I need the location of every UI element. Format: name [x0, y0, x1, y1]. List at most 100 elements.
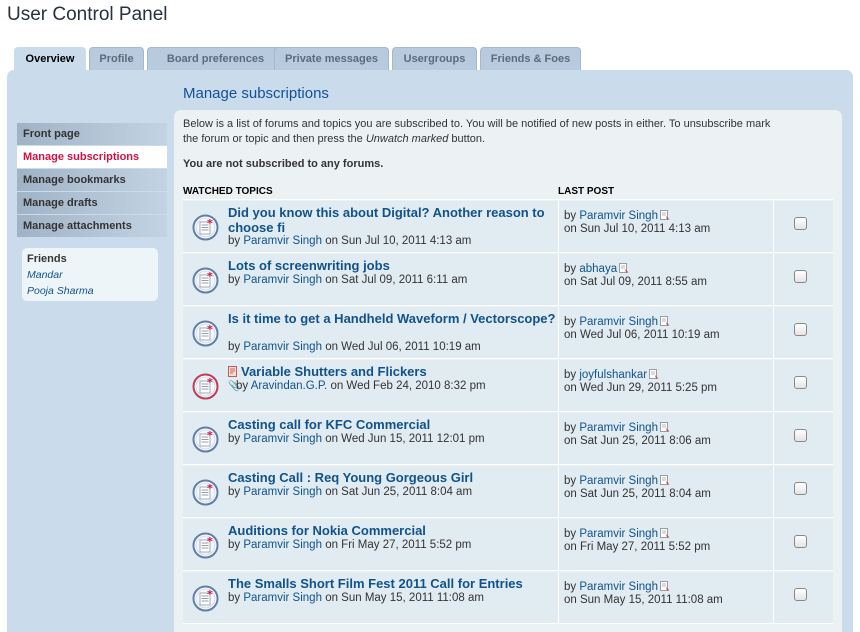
sidebar-item-manage-subscriptions[interactable]: Manage subscriptions [17, 146, 167, 168]
column-divider [558, 466, 559, 518]
topic-title-link[interactable]: Auditions for Nokia Commercial [228, 523, 558, 538]
view-latest-post-icon[interactable] [660, 316, 670, 326]
tab-overview[interactable]: Overview [14, 47, 86, 72]
unwatch-checkbox[interactable] [794, 535, 807, 548]
last-post-author-link[interactable]: Paramvir Singh [579, 210, 658, 222]
column-divider [558, 201, 559, 253]
unwatch-checkbox[interactable] [794, 429, 807, 442]
topic-title-link[interactable]: Casting Call : Req Young Gorgeous Girl [228, 470, 558, 485]
last-post-info: by joyfulshankar on Wed Jun 29, 2011 5:2… [564, 369, 718, 394]
svg-text:*: * [207, 323, 213, 336]
view-latest-post-icon[interactable] [660, 210, 670, 220]
unwatch-checkbox[interactable] [794, 376, 807, 389]
unwatch-checkbox[interactable] [794, 588, 807, 601]
unwatch-checkbox[interactable] [794, 270, 807, 283]
table-row: * Auditions for Nokia Commercial by Para… [183, 519, 833, 571]
no-forums-message: You are not subscribed to any forums. [183, 158, 384, 170]
table-row: * The Smalls Short Film Fest 2011 Call f… [183, 572, 833, 624]
last-post-info: by Paramvir Singh on Fri May 27, 2011 5:… [564, 528, 711, 553]
tab-friends-foes[interactable]: Friends & Foes [480, 47, 581, 71]
friend-link[interactable]: Mandar [27, 267, 153, 283]
unwatch-marked-emphasis: Unwatch marked [365, 133, 449, 145]
unwatch-checkbox[interactable] [794, 323, 807, 336]
table-row: * Lots of screenwriting jobs by Paramvir… [183, 254, 833, 306]
column-divider [558, 254, 559, 306]
svg-text:*: * [207, 588, 213, 601]
topic-author-link[interactable]: Paramvir Singh [243, 274, 322, 286]
column-divider [558, 413, 559, 465]
topic-read-icon: * [192, 320, 219, 347]
last-post-info: by abhaya on Sat Jul 09, 2011 8:55 am [564, 263, 707, 288]
sidebar-item-manage-attachments[interactable]: Manage attachments [17, 215, 167, 237]
topic-read-icon: * [192, 267, 219, 294]
page-title: User Control Panel [7, 4, 168, 25]
unwatch-checkbox[interactable] [794, 482, 807, 495]
column-divider [773, 201, 774, 253]
unwatch-checkbox[interactable] [794, 217, 807, 230]
friend-link[interactable]: Pooja Sharma [27, 283, 153, 299]
topic-author-link[interactable]: Paramvir Singh [243, 433, 322, 445]
topic-title-link[interactable]: The Smalls Short Film Fest 2011 Call for… [228, 576, 558, 591]
intro-text: Below is a list of forums and topics you… [183, 118, 771, 145]
column-divider [773, 413, 774, 465]
friends-box: Friends Mandar Pooja Sharma [22, 248, 158, 301]
last-post-info: by Paramvir Singh on Sat Jun 25, 2011 8:… [564, 475, 711, 500]
topic-author-link[interactable]: Paramvir Singh [243, 235, 322, 247]
last-post-author-link[interactable]: Paramvir Singh [579, 581, 658, 593]
column-header-last-post: LAST POST [558, 186, 615, 197]
last-post-author-link[interactable]: Paramvir Singh [579, 316, 658, 328]
topic-title-link[interactable]: Variable Shutters and Flickers [228, 364, 558, 379]
topic-author-link[interactable]: Paramvir Singh [243, 486, 322, 498]
last-post-info: by Paramvir Singh on Sat Jun 25, 2011 8:… [564, 422, 711, 447]
view-latest-post-icon[interactable] [649, 369, 659, 379]
svg-text:*: * [207, 429, 213, 442]
tab-private-messages[interactable]: Private messages [274, 47, 389, 71]
friends-title: Friends [27, 253, 67, 265]
tab-board-preferences[interactable]: Board preferences [147, 47, 284, 71]
topic-title-link[interactable]: Lots of screenwriting jobs [228, 258, 558, 273]
view-latest-post-icon[interactable] [660, 422, 670, 432]
last-post-author-link[interactable]: Paramvir Singh [579, 528, 658, 540]
view-latest-post-icon[interactable] [660, 528, 670, 538]
last-post-author-link[interactable]: joyfulshankar [579, 369, 647, 381]
topic-read-icon: * [192, 373, 219, 400]
column-divider [773, 307, 774, 359]
table-row: * Is it time to get a Handheld Waveform … [183, 307, 833, 359]
topic-read-icon: * [192, 214, 219, 241]
view-latest-post-icon[interactable] [660, 581, 670, 591]
sidebar-item-manage-bookmarks[interactable]: Manage bookmarks [17, 169, 167, 191]
last-post-info: by Paramvir Singh on Wed Jul 06, 2011 10… [564, 316, 720, 341]
topic-title-link[interactable]: Casting call for KFC Commercial [228, 417, 558, 432]
topic-author-link[interactable]: Paramvir Singh [243, 592, 322, 604]
topic-read-icon: * [192, 426, 219, 453]
last-post-author-link[interactable]: Paramvir Singh [579, 422, 658, 434]
table-row: * Did you know this about Digital? Anoth… [183, 201, 833, 253]
topic-author-line: by Paramvir Singh on Wed Jul 06, 2011 10… [228, 341, 481, 353]
table-row: * Casting Call : Req Young Gorgeous Girl… [183, 466, 833, 518]
view-latest-post-icon[interactable] [660, 475, 670, 485]
topic-author-link[interactable]: Paramvir Singh [243, 341, 322, 353]
header-divider [183, 199, 833, 200]
column-header-watched-topics: WATCHED TOPICS [183, 186, 273, 197]
topic-title-link[interactable]: Did you know this about Digital? Another… [228, 205, 558, 235]
topic-author-line: by Paramvir Singh on Wed Jun 15, 2011 12… [228, 433, 485, 445]
sidebar-item-manage-drafts[interactable]: Manage drafts [17, 192, 167, 214]
hot-topic-icon [228, 366, 237, 377]
topic-author-line: by Paramvir Singh on Sun Jul 10, 2011 4:… [228, 235, 472, 247]
column-divider [558, 360, 559, 412]
topic-author-line: by Paramvir Singh on Fri May 27, 2011 5:… [228, 539, 472, 551]
last-post-info: by Paramvir Singh on Sun May 15, 2011 11… [564, 581, 723, 606]
view-latest-post-icon[interactable] [619, 263, 629, 273]
topic-author-link[interactable]: Paramvir Singh [243, 539, 322, 551]
svg-text:*: * [207, 535, 213, 548]
topic-title-link[interactable]: Is it time to get a Handheld Waveform / … [228, 311, 558, 326]
tab-profile[interactable]: Profile [89, 47, 144, 71]
last-post-author-link[interactable]: abhaya [579, 263, 617, 275]
topic-author-link[interactable]: Aravindan.G.P. [251, 380, 328, 392]
tab-usergroups[interactable]: Usergroups [392, 47, 477, 71]
last-post-author-link[interactable]: Paramvir Singh [579, 475, 658, 487]
table-row: * Variable Shutters and Flickers 📎by Ara… [183, 360, 833, 412]
topic-author-line: 📎by Aravindan.G.P. on Wed Feb 24, 2010 8… [228, 380, 486, 392]
sidebar-item-front-page[interactable]: Front page [17, 123, 167, 145]
attachment-icon: 📎 [228, 381, 241, 392]
